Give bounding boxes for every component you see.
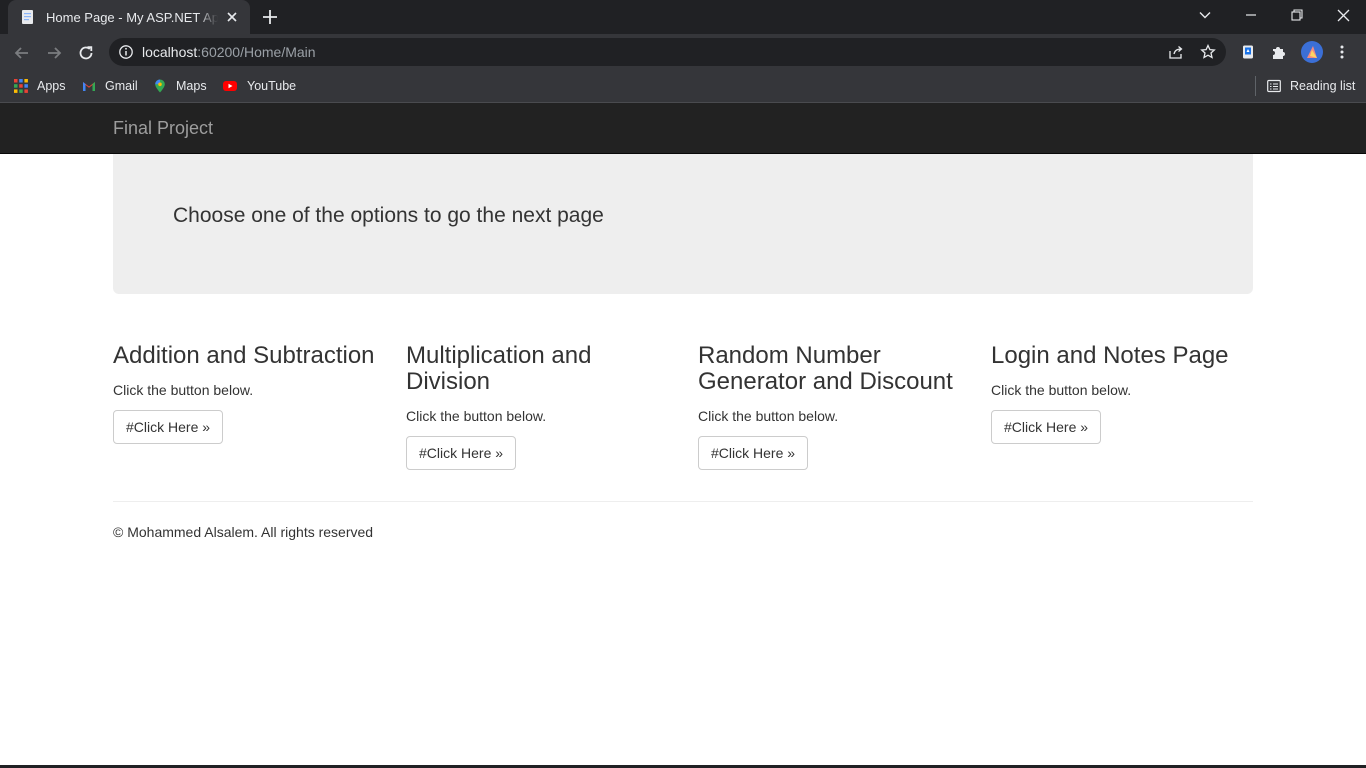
reading-list-label: Reading list xyxy=(1290,79,1356,93)
tab-strip: Home Page - My ASP.NET Application xyxy=(0,0,1366,34)
browser-tab[interactable]: Home Page - My ASP.NET Application xyxy=(8,0,250,34)
section-title: Addition and Subtraction xyxy=(113,342,375,369)
info-icon[interactable] xyxy=(118,44,134,60)
minimize-button[interactable] xyxy=(1228,0,1274,30)
bookmark-youtube[interactable]: YouTube xyxy=(222,76,296,96)
section-title: Login and Notes Page xyxy=(991,342,1229,369)
click-here-button[interactable]: #Click Here » xyxy=(406,436,517,470)
bookmarks-divider xyxy=(1255,76,1256,96)
url-host: localhost xyxy=(142,44,198,60)
reading-list-icon xyxy=(1267,79,1281,93)
click-here-button[interactable]: #Click Here » xyxy=(991,410,1102,444)
chevron-down-icon xyxy=(1199,12,1211,19)
section-description: Click the button below. xyxy=(406,408,547,424)
bookmark-maps[interactable]: Maps xyxy=(153,76,207,96)
extension-icon xyxy=(1243,45,1253,59)
bookmark-apps[interactable]: Apps xyxy=(14,76,66,96)
section-title: Multiplication and Division xyxy=(406,342,592,395)
profile-icon xyxy=(1307,46,1317,58)
section-description: Click the button below. xyxy=(113,382,254,398)
browser-toolbar: localhost:60200/Home/Main xyxy=(0,34,1366,70)
restore-icon xyxy=(1291,9,1303,21)
apps-grid-icon xyxy=(14,79,28,93)
maps-icon xyxy=(155,79,165,93)
profile-avatar[interactable] xyxy=(1301,41,1323,63)
reading-list-button[interactable]: Reading list xyxy=(1267,76,1355,96)
address-bar[interactable]: localhost:60200/Home/Main xyxy=(109,38,1226,66)
forward-button[interactable] xyxy=(42,41,66,65)
section-description: Click the button below. xyxy=(991,382,1132,398)
reload-icon xyxy=(79,46,93,60)
bookmark-label: Maps xyxy=(176,79,207,93)
reload-button[interactable] xyxy=(74,41,98,65)
jumbotron-text: Choose one of the options to go the next… xyxy=(173,204,604,227)
bookmark-gmail[interactable]: Gmail xyxy=(82,76,138,96)
site-navbar: Final Project xyxy=(0,103,1366,154)
section-random-number-discount: Random Number Generator and Discount Cli… xyxy=(698,343,960,470)
section-description: Click the button below. xyxy=(698,408,839,424)
extension-button[interactable] xyxy=(1238,42,1258,62)
extensions-menu-button[interactable] xyxy=(1269,42,1289,62)
bookmark-label: Apps xyxy=(37,79,66,93)
section-title: Random Number Generator and Discount xyxy=(698,342,953,395)
bookmark-label: YouTube xyxy=(247,79,297,93)
section-addition-subtraction: Addition and Subtraction Click the butto… xyxy=(113,343,375,444)
close-icon xyxy=(1337,9,1349,21)
more-vert-icon xyxy=(1340,45,1344,59)
navbar-brand[interactable]: Final Project xyxy=(113,118,213,139)
back-button[interactable] xyxy=(10,41,34,65)
tab-search-button[interactable] xyxy=(1182,0,1228,30)
close-tab-icon[interactable] xyxy=(224,9,240,25)
share-icon[interactable] xyxy=(1168,44,1184,60)
restore-button[interactable] xyxy=(1274,0,1320,30)
footer-copyright: © Mohammed Alsalem. All rights reserved xyxy=(113,524,374,540)
tab-title: Home Page - My ASP.NET Application xyxy=(46,9,218,25)
bookmarks-bar: Apps Gmail Maps YouTube Reading list xyxy=(0,70,1366,103)
arrow-left-icon xyxy=(14,47,28,59)
click-here-button[interactable]: #Click Here » xyxy=(698,436,809,470)
close-window-button[interactable] xyxy=(1320,0,1366,30)
section-multiplication-division: Multiplication and Division Click the bu… xyxy=(406,343,668,470)
section-login-notes: Login and Notes Page Click the button be… xyxy=(991,343,1253,444)
puzzle-icon xyxy=(1273,47,1285,59)
url-text: localhost:60200/Home/Main xyxy=(142,44,316,60)
minimize-icon xyxy=(1246,14,1256,16)
gmail-icon xyxy=(83,82,95,91)
click-here-button[interactable]: #Click Here » xyxy=(113,410,224,444)
youtube-icon xyxy=(223,81,237,91)
bookmark-label: Gmail xyxy=(105,79,138,93)
browser-menu-button[interactable] xyxy=(1332,42,1352,62)
footer-divider xyxy=(113,501,1253,502)
arrow-right-icon xyxy=(48,47,62,59)
url-path: :60200/Home/Main xyxy=(197,44,316,60)
page-icon xyxy=(22,10,33,24)
bookmark-star-icon[interactable] xyxy=(1200,44,1216,60)
jumbotron: Choose one of the options to go the next… xyxy=(113,154,1253,294)
new-tab-icon[interactable] xyxy=(258,5,282,29)
